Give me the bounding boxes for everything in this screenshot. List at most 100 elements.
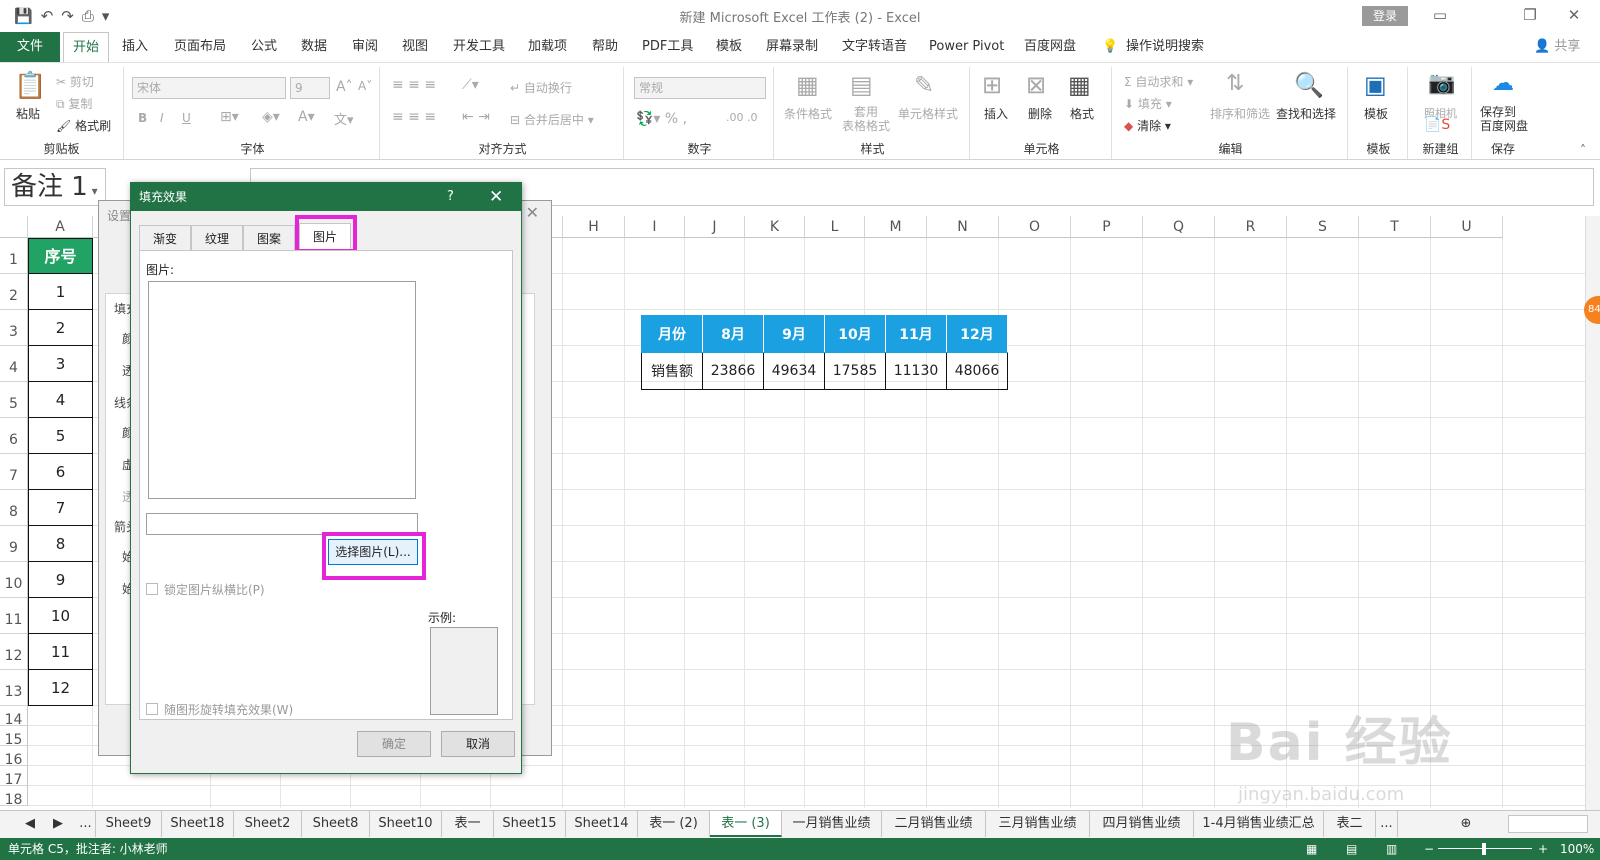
table-cell[interactable]: 月份 [641, 315, 703, 353]
table-cell[interactable]: 9 [28, 562, 93, 598]
table-cell[interactable]: 11 [28, 634, 93, 670]
cancel-button[interactable]: 取消 [441, 731, 515, 757]
column-header-o[interactable]: O [999, 216, 1071, 238]
sheet-tab[interactable]: 表一 (2) [638, 811, 710, 837]
column-header-a[interactable]: A [28, 216, 93, 238]
table-cell[interactable]: 6 [28, 454, 93, 490]
autosum-button[interactable]: Σ 自动求和 ▾ [1124, 73, 1193, 90]
column-header-i[interactable]: I [625, 216, 685, 238]
close-icon[interactable]: ✕ [526, 203, 539, 222]
sort-filter-icon[interactable]: ⇅ [1226, 71, 1244, 96]
normal-view-icon[interactable]: ▦ [1306, 838, 1317, 860]
column-header-j[interactable]: J [685, 216, 745, 238]
align-left-icon[interactable]: ≡ ≡ ≡ [392, 109, 436, 125]
share-button[interactable]: 👤 共享 [1530, 32, 1584, 62]
row-header[interactable]: 4 [0, 346, 28, 382]
column-header-r[interactable]: R [1215, 216, 1287, 238]
table-format-icon[interactable]: ▤ [850, 71, 873, 99]
template-button[interactable]: 模板 [1364, 105, 1388, 122]
tab-gradient[interactable]: 渐变 [139, 225, 191, 251]
table-cell[interactable]: 5 [28, 418, 93, 454]
decrease-font-icon[interactable]: A˅ [358, 79, 372, 93]
tab-text-to-speech[interactable]: 文字转语音 [838, 32, 911, 62]
delete-cells-icon[interactable]: ⊠ [1026, 71, 1046, 99]
indent-icon[interactable]: ⇤ ⇥ [462, 109, 490, 125]
sheet-tab[interactable]: Sheet10 [370, 811, 442, 837]
table-cell[interactable]: 9月 [763, 315, 825, 353]
sheet-tab[interactable]: Sheet15 [494, 811, 566, 837]
tab-developer[interactable]: 开发工具 [449, 32, 509, 62]
sheet-tab[interactable]: 二月销售业绩 [882, 811, 986, 837]
table-cell[interactable]: 48066 [946, 352, 1008, 390]
tab-addins[interactable]: 加载项 [524, 32, 571, 62]
zoom-level[interactable]: 100% [1560, 838, 1594, 860]
row-header[interactable]: 5 [0, 382, 28, 418]
sheet-tab[interactable]: Sheet9 [96, 811, 162, 837]
tab-pattern[interactable]: 图案 [243, 225, 295, 251]
table-cell[interactable]: 销售额 [641, 352, 703, 390]
tab-data[interactable]: 数据 [297, 32, 331, 62]
table-cell[interactable]: 10月 [824, 315, 886, 353]
sheet-tab[interactable]: 四月销售业绩 [1090, 811, 1194, 837]
prev-sheet-icon[interactable]: ◀ [20, 811, 40, 837]
column-header-s[interactable]: S [1287, 216, 1359, 238]
phonetic-icon[interactable]: 文▾ [334, 109, 354, 128]
tab-screen-record[interactable]: 屏幕录制 [762, 32, 822, 62]
row-header[interactable]: 11 [0, 598, 28, 634]
row-header[interactable]: 13 [0, 670, 28, 706]
wrap-text-button[interactable]: ↵ 自动换行 [510, 79, 572, 96]
select-all-corner[interactable] [0, 216, 28, 238]
sheet-tab[interactable]: 1-4月销售业绩汇总 [1194, 811, 1324, 837]
tell-me-search[interactable]: 操作说明搜索 [1122, 32, 1208, 62]
column-header-h[interactable]: H [563, 216, 625, 238]
pdf-s-icon[interactable]: 📄S [1424, 117, 1450, 133]
table-cell[interactable]: 12 [28, 670, 93, 706]
camera-icon[interactable]: 📷 [1428, 71, 1455, 96]
copy-button[interactable]: ⧉ 复制 [56, 95, 92, 112]
lock-aspect-checkbox[interactable] [146, 583, 158, 595]
tab-template[interactable]: 模板 [712, 32, 746, 62]
find-select-icon[interactable]: 🔍 [1294, 71, 1324, 99]
insert-cells-icon[interactable]: ⊞ [982, 71, 1002, 99]
tab-baidu-netdisk[interactable]: 百度网盘 [1020, 32, 1080, 62]
delete-cells-button[interactable]: 删除 [1028, 105, 1052, 122]
page-layout-view-icon[interactable]: ▤ [1346, 838, 1357, 860]
sheet-tab[interactable]: ... [76, 811, 96, 837]
column-a-header-cell[interactable]: 序号 [28, 238, 93, 274]
tab-help[interactable]: 帮助 [588, 32, 622, 62]
column-header-t[interactable]: T [1359, 216, 1431, 238]
border-icon[interactable]: ⊞▾ [220, 109, 239, 125]
table-cell[interactable]: 10 [28, 598, 93, 634]
tab-view[interactable]: 视图 [398, 32, 432, 62]
row-header[interactable]: 6 [0, 418, 28, 454]
conditional-format-icon[interactable]: ▦ [796, 71, 819, 99]
sheet-tab[interactable]: ... [1376, 811, 1398, 837]
format-painter-button[interactable]: 🖌 格式刷 [56, 117, 111, 134]
column-header-u[interactable]: U [1431, 216, 1503, 238]
tab-review[interactable]: 审阅 [348, 32, 382, 62]
row-header[interactable]: 2 [0, 274, 28, 310]
close-icon[interactable]: ✕ [489, 183, 503, 211]
row-header[interactable]: 12 [0, 634, 28, 670]
align-top-icon[interactable]: ≡ ≡ ≡ [392, 77, 436, 93]
font-color-icon[interactable]: A▾ [298, 109, 315, 125]
sheet-tab[interactable]: Sheet14 [566, 811, 638, 837]
paste-button[interactable]: 粘贴 [16, 105, 40, 122]
collapse-ribbon-icon[interactable]: ˄ [1580, 143, 1586, 157]
row-header[interactable]: 17 [0, 766, 28, 788]
underline-button[interactable]: U [182, 111, 191, 125]
sheet-tab[interactable]: 表一 [442, 811, 494, 837]
row-header[interactable]: 7 [0, 454, 28, 490]
ribbon-display-icon[interactable]: ▭ [1430, 5, 1450, 25]
row-header[interactable]: 14 [0, 706, 28, 728]
table-cell[interactable]: 11月 [885, 315, 947, 353]
clear-button[interactable]: ◆ 清除 ▾ [1124, 117, 1171, 134]
paste-icon[interactable]: 📋 [14, 71, 46, 101]
sheet-tab[interactable]: Sheet18 [162, 811, 234, 837]
tab-formulas[interactable]: 公式 [247, 32, 281, 62]
fill-color-icon[interactable]: ◈▾ [262, 109, 280, 125]
tab-page-layout[interactable]: 页面布局 [170, 32, 230, 62]
name-box[interactable]: 备注 1 ▾ [4, 168, 106, 206]
zoom-slider-thumb[interactable] [1482, 843, 1486, 855]
page-break-view-icon[interactable]: ▥ [1386, 838, 1397, 860]
